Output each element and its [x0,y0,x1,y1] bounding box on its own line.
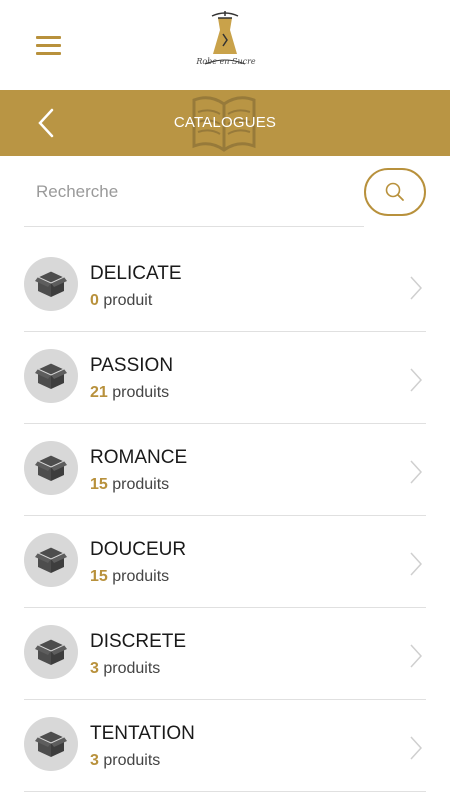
product-unit: produit [103,292,153,309]
box-icon [35,270,67,297]
product-count: 15 [90,568,108,585]
box-icon [35,638,67,665]
chevron-right-icon [410,736,422,760]
catalogue-row-romance[interactable]: ROMANCE 15 produits [24,424,426,516]
product-count: 3 [90,660,99,677]
catalogue-list: DELICATE 0 produit PASSION 21 produits R… [24,240,426,792]
catalogue-row-discrete[interactable]: DISCRETE 3 produits [24,608,426,700]
box-avatar [24,717,78,771]
catalogue-name: DELICATE [90,263,182,284]
product-unit: produits [112,384,170,401]
page-title: CATALOGUES [173,114,277,131]
app-header: Robe en Sucre [0,0,450,90]
catalogue-row-tentation[interactable]: TENTATION 3 produits [24,700,426,792]
catalogue-row-douceur[interactable]: DOUCEUR 15 produits [24,516,426,608]
dress-logo-icon [204,11,246,65]
hamburger-icon[interactable] [36,36,61,56]
product-count: 3 [90,752,99,769]
box-icon [35,454,67,481]
search-input[interactable] [24,170,368,214]
search-icon [385,182,404,201]
product-unit: produits [112,568,170,585]
chevron-right-icon [410,552,422,576]
catalogue-name: DISCRETE [90,631,187,652]
catalogue-name: DOUCEUR [90,539,187,560]
title-bar: CATALOGUES [0,90,450,156]
product-unit: produits [103,752,161,769]
product-count-line: 3 produits [90,660,160,678]
box-avatar [24,625,78,679]
catalogue-row-delicate[interactable]: DELICATE 0 produit [24,240,426,332]
box-icon [35,362,67,389]
catalogue-name: TENTATION [90,723,195,744]
box-avatar [24,349,78,403]
chevron-right-icon [410,368,422,392]
product-count-line: 15 produits [90,568,169,586]
product-unit: produits [112,476,170,493]
product-count-line: 0 produit [90,292,152,310]
search-button[interactable] [364,168,426,216]
chevron-right-icon [410,276,422,300]
chevron-right-icon [410,644,422,668]
product-unit: produits [103,660,161,677]
search-field-wrapper [24,170,368,227]
chevron-right-icon [410,460,422,484]
back-chevron-icon[interactable] [36,108,56,138]
catalogue-name: PASSION [90,355,174,376]
product-count-line: 3 produits [90,752,160,770]
box-icon [35,546,67,573]
box-avatar [24,257,78,311]
catalogue-row-passion[interactable]: PASSION 21 produits [24,332,426,424]
product-count: 0 [90,292,99,309]
logo-text: Robe en Sucre [196,57,256,66]
catalogue-name: ROMANCE [90,447,188,468]
product-count: 15 [90,476,108,493]
box-icon [35,730,67,757]
product-count-line: 21 produits [90,384,169,402]
box-avatar [24,441,78,495]
product-count: 21 [90,384,108,401]
product-count-line: 15 produits [90,476,169,494]
box-avatar [24,533,78,587]
